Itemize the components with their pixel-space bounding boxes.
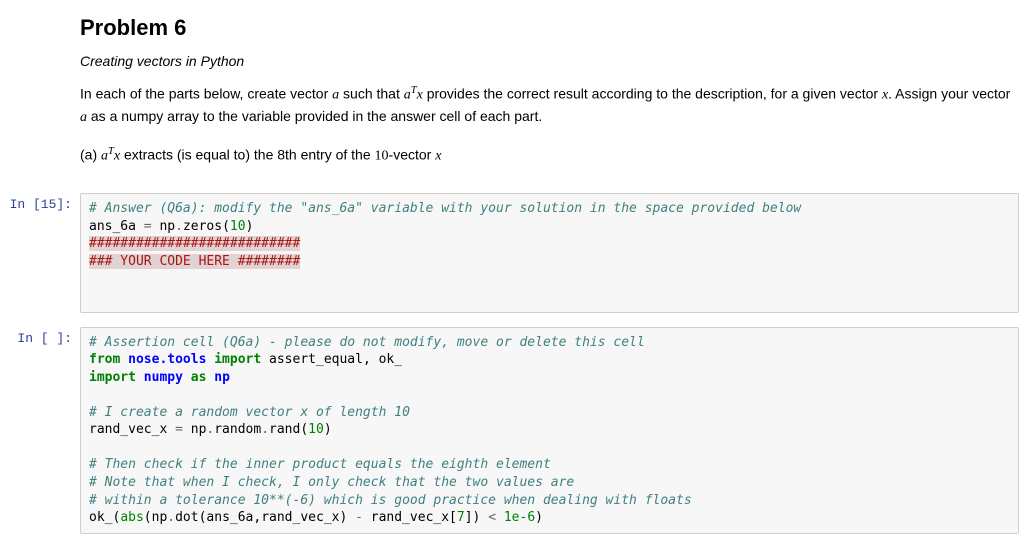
code-text: ) [324, 422, 332, 437]
code-cell-answer: In [15]: # Answer (Q6a): modify the "ans… [0, 189, 1024, 316]
code-text: rand_vec_x [89, 422, 175, 437]
code-input[interactable]: # Assertion cell (Q6a) - please do not m… [80, 327, 1019, 534]
code-comment: # I create a random vector x of length 1… [89, 405, 410, 420]
code-num: 1e-6 [504, 510, 535, 525]
code-comment: # within a tolerance 10**(-6) which is g… [89, 493, 692, 508]
math-var-a: a [404, 88, 411, 103]
code-num: 10 [308, 422, 324, 437]
code-comment: # Answer (Q6a): modify the "ans_6a" vari… [89, 201, 801, 216]
math-var-a: a [80, 110, 87, 125]
desc-text: In each of the parts below, create vecto… [80, 86, 332, 102]
code-op: . [167, 510, 175, 525]
code-text: np [152, 219, 175, 234]
code-op: = [144, 219, 152, 234]
code-op: < [488, 510, 496, 525]
code-kw: import [214, 352, 261, 367]
code-text: rand( [269, 422, 308, 437]
code-text: ) [246, 219, 254, 234]
code-kw: import [89, 370, 136, 385]
code-op: - [355, 510, 363, 525]
code-text: assert_equal, ok_ [261, 352, 402, 367]
problem-subtitle: Creating vectors in Python [80, 53, 1019, 69]
part-label: (a) [80, 146, 101, 162]
code-text: ans_6a [89, 219, 144, 234]
desc-text: such that [339, 86, 404, 102]
code-hashes: ### YOUR CODE HERE ######## [89, 254, 300, 269]
code-module: numpy [136, 370, 191, 385]
code-text: np [183, 422, 206, 437]
code-text: dot(ans_6a,rand_vec_x) [175, 510, 355, 525]
desc-text: as a numpy array to the variable provide… [87, 108, 542, 124]
code-text: ) [535, 510, 543, 525]
part-a: (a) aTx extracts (is equal to) the 8th e… [80, 146, 1019, 165]
code-op: . [175, 219, 183, 234]
problem-description: In each of the parts below, create vecto… [80, 83, 1019, 128]
part-text: extracts (is equal to) the 8th entry of … [120, 146, 374, 162]
math-var-x: x [435, 148, 441, 163]
math-num: 10 [375, 148, 389, 163]
part-text: -vector [389, 146, 436, 162]
code-text: (np [144, 510, 167, 525]
code-num: 10 [230, 219, 246, 234]
input-prompt: In [ ]: [5, 327, 80, 534]
markdown-cell: Problem 6 Creating vectors in Python In … [0, 0, 1024, 183]
code-num: 7 [457, 510, 465, 525]
code-module: nose.tools [120, 352, 214, 367]
code-text: rand_vec_x[ [363, 510, 457, 525]
desc-text: . Assign your vector [888, 86, 1010, 102]
code-kw: from [89, 352, 120, 367]
code-comment: # Note that when I check, I only check t… [89, 475, 574, 490]
code-text: ]) [465, 510, 488, 525]
code-op: . [261, 422, 269, 437]
code-comment: # Assertion cell (Q6a) - please do not m… [89, 335, 645, 350]
math-var-a: a [101, 148, 108, 163]
code-input[interactable]: # Answer (Q6a): modify the "ans_6a" vari… [80, 193, 1019, 312]
code-text [496, 510, 504, 525]
code-text: zeros( [183, 219, 230, 234]
code-cell-assertion: In [ ]: # Assertion cell (Q6a) - please … [0, 323, 1024, 538]
code-comment: # Then check if the inner product equals… [89, 457, 551, 472]
code-hashes: ########################### [89, 236, 300, 251]
code-module: np [206, 370, 229, 385]
input-prompt: In [15]: [5, 193, 80, 312]
code-text: random [214, 422, 261, 437]
problem-title: Problem 6 [80, 15, 1019, 41]
desc-text: provides the correct result according to… [423, 86, 882, 102]
code-text: ok_( [89, 510, 120, 525]
code-kw: as [191, 370, 207, 385]
code-op: = [175, 422, 183, 437]
code-builtin: abs [120, 510, 143, 525]
